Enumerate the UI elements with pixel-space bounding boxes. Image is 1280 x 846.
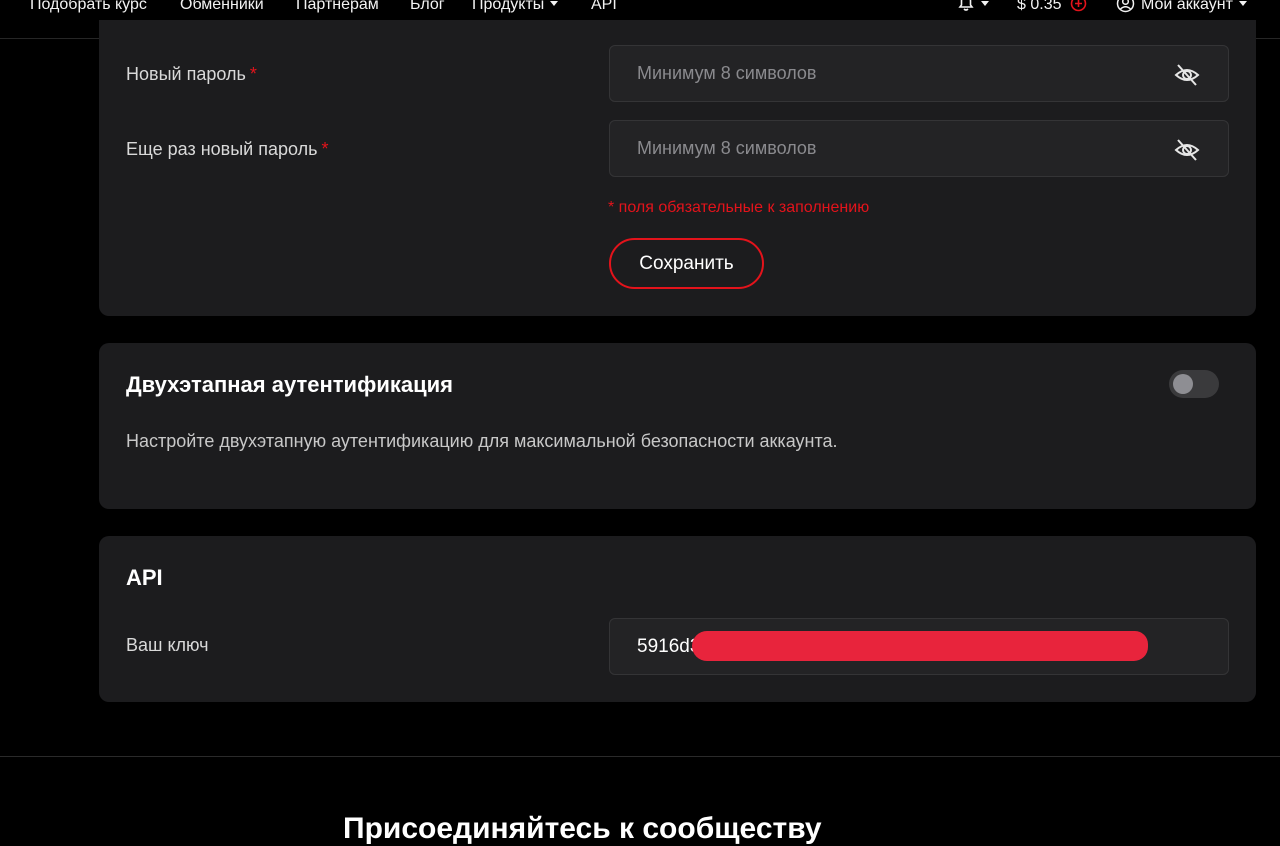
repeat-password-field	[609, 120, 1229, 177]
user-icon	[1116, 0, 1135, 13]
api-card: API Ваш ключ 5916d3	[99, 536, 1256, 702]
chevron-down-icon	[550, 1, 559, 6]
twofa-description: Настройте двухэтапную аутентификацию для…	[126, 431, 838, 451]
balance-value: $ 0.35	[1017, 0, 1062, 13]
eye-off-icon[interactable]	[1174, 137, 1200, 163]
account-label: Мой аккаунт	[1141, 0, 1233, 13]
required-mark: *	[321, 139, 329, 159]
twofa-title: Двухэтапная аутентификация	[126, 372, 453, 397]
add-funds-icon[interactable]	[1070, 0, 1087, 12]
redaction-mark	[692, 631, 1148, 661]
api-key-field[interactable]: 5916d3	[609, 618, 1229, 675]
eye-off-icon[interactable]	[1174, 62, 1200, 88]
new-password-field	[609, 45, 1229, 102]
chevron-down-icon	[1238, 1, 1247, 6]
api-key-value: 5916d3	[637, 636, 701, 657]
notifications-button[interactable]	[957, 0, 989, 16]
chevron-down-icon	[981, 1, 989, 6]
new-password-label: Новый пароль *	[126, 64, 257, 84]
nav-item-exchangers[interactable]: Обменники	[180, 0, 264, 16]
save-button[interactable]: Сохранить	[609, 238, 764, 289]
nav-item-partners[interactable]: Партнерам	[296, 0, 379, 16]
repeat-password-input[interactable]	[610, 121, 1228, 176]
required-fields-note: * поля обязательные к заполнению	[608, 199, 870, 216]
nav-item-course[interactable]: Подобрать курс	[30, 0, 147, 16]
nav-item-products-label: Продукты	[472, 0, 545, 13]
footer-divider	[0, 756, 1280, 757]
toggle-knob	[1173, 374, 1193, 394]
twofa-card: Двухэтапная аутентификация Настройте дву…	[99, 343, 1256, 509]
twofa-toggle[interactable]	[1169, 370, 1219, 398]
required-mark: *	[249, 64, 257, 84]
nav-item-api[interactable]: API	[591, 0, 617, 16]
new-password-input[interactable]	[610, 46, 1228, 101]
balance[interactable]: $ 0.35	[1017, 0, 1087, 16]
footer-title: Присоединяйтесь к сообществу	[343, 812, 822, 845]
nav-item-products[interactable]: Продукты	[472, 0, 559, 16]
api-title: API	[126, 565, 163, 590]
repeat-password-label: Еще раз новый пароль *	[126, 139, 329, 159]
account-menu[interactable]: Мой аккаунт	[1116, 0, 1247, 16]
api-key-label: Ваш ключ	[126, 635, 209, 655]
bell-icon	[958, 0, 974, 11]
nav-item-blog[interactable]: Блог	[410, 0, 445, 16]
